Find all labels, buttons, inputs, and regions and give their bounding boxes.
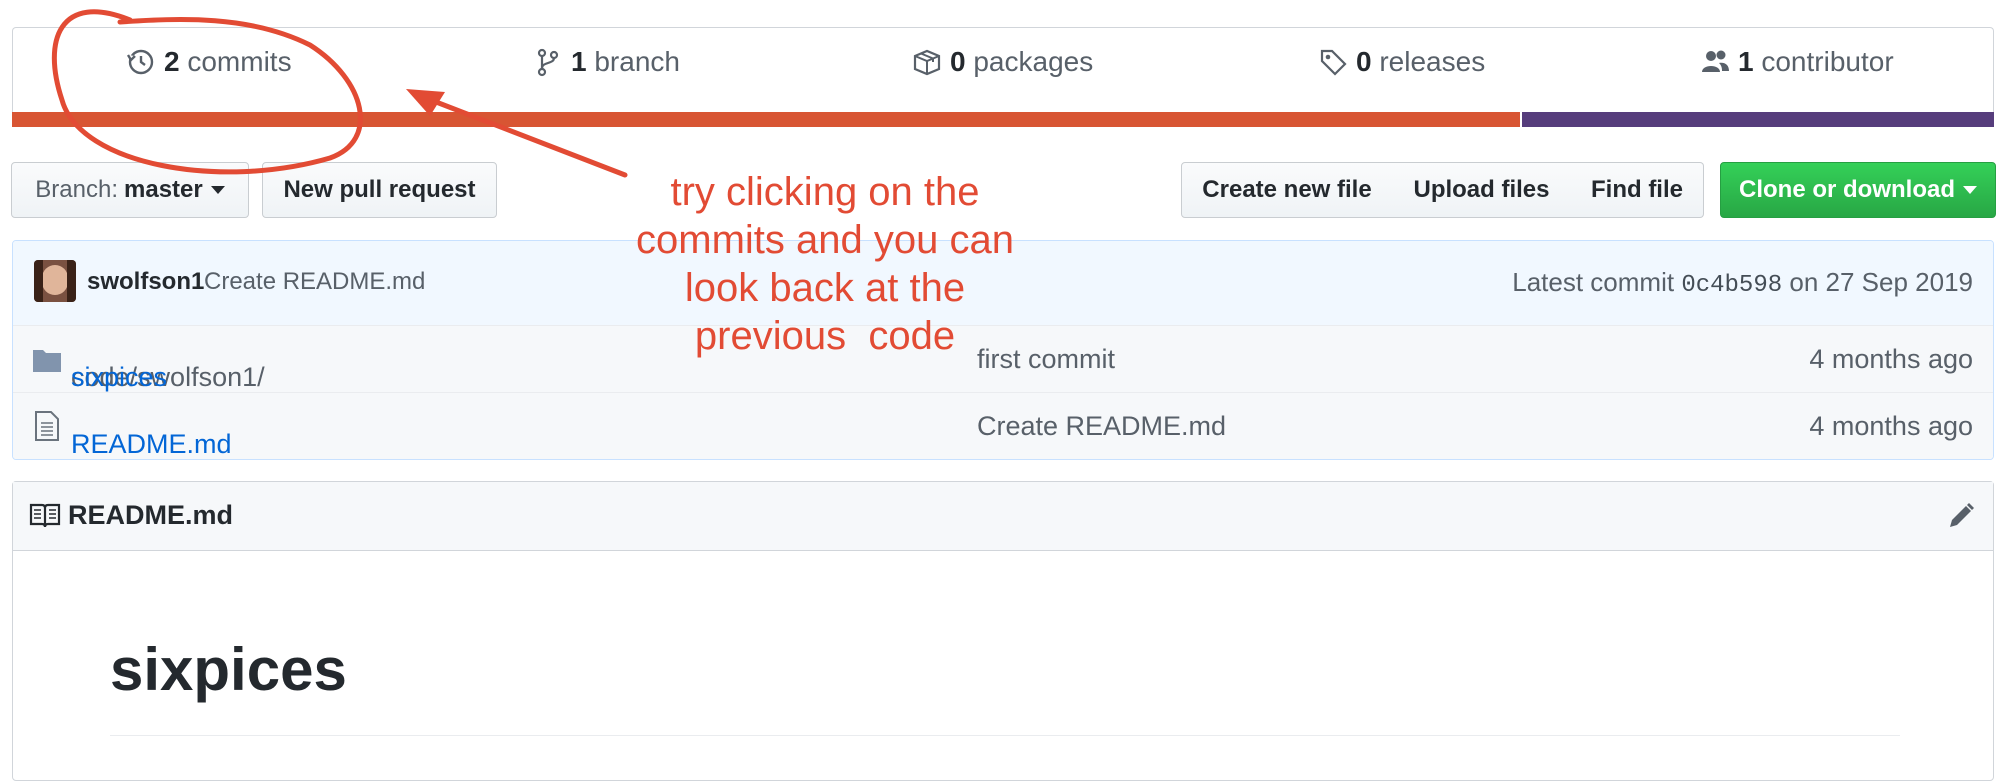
annotation-line: look back at the [684,266,966,310]
annotation-circle [51,9,363,175]
annotation-line: commits and you can [636,218,1014,262]
annotation-overlay [51,9,628,178]
annotation-line: try clicking on the [670,170,980,214]
annotation-line: previous code [694,314,956,358]
annotation-text: try clicking on the commits and you can … [600,168,1050,360]
annotation-arrow [415,92,628,178]
